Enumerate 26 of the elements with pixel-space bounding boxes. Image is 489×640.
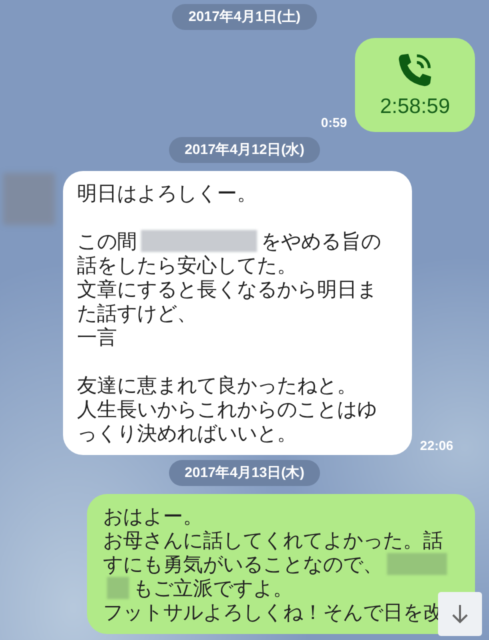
call-bubble[interactable]: 2:58:59: [355, 38, 475, 132]
blurred-redaction: [387, 553, 447, 575]
message-text: すにも勇気がいることなので、: [103, 552, 383, 576]
phone-call-icon: [396, 51, 434, 89]
message-text: お母さんに話してくれてよかった。話: [103, 528, 443, 552]
message-time: 0:59: [320, 115, 347, 130]
message-text: もご立派ですよ。: [133, 576, 293, 600]
avatar-placeholder: [3, 173, 55, 225]
scroll-down-button[interactable]: [438, 592, 482, 636]
call-duration: 2:58:59: [380, 95, 450, 119]
message-time: 22:06: [420, 438, 454, 453]
message-text: 文章にすると長くなるから明日ま: [77, 277, 377, 301]
message-text: 一言: [77, 325, 117, 349]
blurred-redaction: [107, 577, 129, 599]
message-text: っくり決めればいいと。: [77, 421, 297, 445]
message-text: 友達に恵まれて良かったねと。: [77, 373, 357, 397]
message-text: おはよー。: [103, 504, 203, 528]
message-text: をやめる旨の: [261, 229, 381, 253]
message-text: 明日はよろしくー。: [77, 181, 257, 205]
message-text: この間: [77, 229, 137, 253]
date-divider: 2017年4月12日(水): [168, 137, 320, 163]
message-text: 人生長いからこれからのことはゆ: [77, 397, 377, 421]
message-text: 話をしたら安心してた。: [77, 253, 297, 277]
date-divider: 2017年4月13日(木): [168, 460, 320, 486]
date-divider: 2017年4月1日(土): [172, 4, 317, 30]
message-text: た話すけど、: [77, 301, 197, 325]
